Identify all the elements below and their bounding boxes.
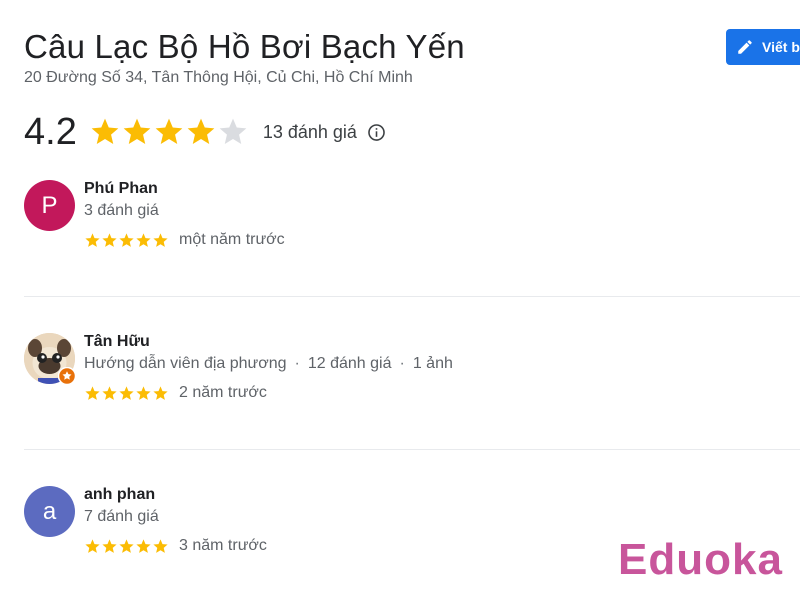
write-review-button[interactable]: Viết b bbox=[726, 29, 800, 65]
separator-dot: · bbox=[399, 355, 405, 372]
divider bbox=[24, 296, 800, 297]
star-icon bbox=[85, 385, 100, 400]
review-time: một năm trước bbox=[179, 231, 285, 248]
review-rating: 3 năm trước bbox=[84, 537, 267, 555]
star-icon bbox=[85, 538, 100, 553]
rating-summary: 4.2 13 đánh giá bbox=[24, 108, 386, 156]
avatar[interactable]: a bbox=[24, 486, 75, 537]
star-icon bbox=[102, 538, 117, 553]
write-review-label: Viết b bbox=[762, 39, 800, 55]
star-icon bbox=[136, 232, 151, 247]
local-guide-label: Hướng dẫn viên địa phương bbox=[84, 355, 287, 372]
eduoka-watermark: Eduoka bbox=[618, 535, 783, 584]
star-empty-icon bbox=[219, 118, 247, 144]
star-icon bbox=[85, 232, 100, 247]
star-icon bbox=[187, 118, 215, 144]
reviewer-name[interactable]: anh phan bbox=[84, 486, 155, 504]
star-icon bbox=[155, 118, 183, 144]
review-item: Tân Hữu Hướng dẫn viên địa phương · 12 đán… bbox=[24, 333, 800, 433]
review-stars bbox=[84, 385, 169, 402]
star-icon bbox=[136, 538, 151, 553]
pencil-icon bbox=[738, 40, 752, 54]
separator-dot: · bbox=[294, 355, 300, 372]
reviewer-name[interactable]: Phú Phan bbox=[84, 180, 158, 198]
review-item: P Phú Phan 3 đánh giá một năm trước bbox=[24, 180, 800, 280]
reviewer-review-count: 3 đánh giá bbox=[84, 202, 159, 219]
review-stars bbox=[84, 232, 169, 249]
review-count-link[interactable]: 13 đánh giá bbox=[263, 122, 357, 143]
star-icon bbox=[136, 385, 151, 400]
reviewer-photo-count: 1 ảnh bbox=[412, 355, 453, 372]
star-icon bbox=[91, 118, 119, 144]
reviewer-review-count: 7 đánh giá bbox=[84, 508, 159, 525]
review-rating: một năm trước bbox=[84, 231, 285, 249]
avatar-letter: a bbox=[42, 497, 57, 525]
divider bbox=[24, 449, 800, 450]
star-icon bbox=[102, 385, 117, 400]
star-icon bbox=[119, 232, 134, 247]
place-address: 20 Đường Số 34, Tân Thông Hội, Củ Chi, H… bbox=[24, 69, 413, 86]
review-time: 3 năm trước bbox=[179, 537, 267, 554]
review-time: 2 năm trước bbox=[179, 384, 267, 401]
reviewer-meta: Hướng dẫn viên địa phương · 12 đánh giá · 1 … bbox=[84, 355, 453, 373]
review-stars bbox=[84, 538, 169, 555]
review-rating: 2 năm trước bbox=[84, 384, 267, 402]
reviewer-review-count: 12 đánh giá bbox=[307, 355, 392, 372]
star-icon bbox=[153, 232, 168, 247]
star-icon bbox=[153, 538, 168, 553]
star-icon bbox=[119, 385, 134, 400]
avatar-letter: P bbox=[41, 191, 58, 219]
avatar[interactable] bbox=[24, 333, 76, 385]
avatar[interactable]: P bbox=[24, 180, 75, 231]
local-guide-badge-icon bbox=[58, 367, 76, 385]
star-icon bbox=[153, 385, 168, 400]
reviewer-name[interactable]: Tân Hữu bbox=[84, 333, 150, 351]
star-icon bbox=[102, 232, 117, 247]
place-title: Câu Lạc Bộ Hồ Bơi Bạch Yến bbox=[24, 28, 465, 65]
star-icon bbox=[119, 538, 134, 553]
average-rating: 4.2 bbox=[24, 111, 77, 153]
average-rating-stars bbox=[89, 116, 249, 148]
star-icon bbox=[123, 118, 151, 144]
info-icon[interactable] bbox=[367, 123, 386, 142]
